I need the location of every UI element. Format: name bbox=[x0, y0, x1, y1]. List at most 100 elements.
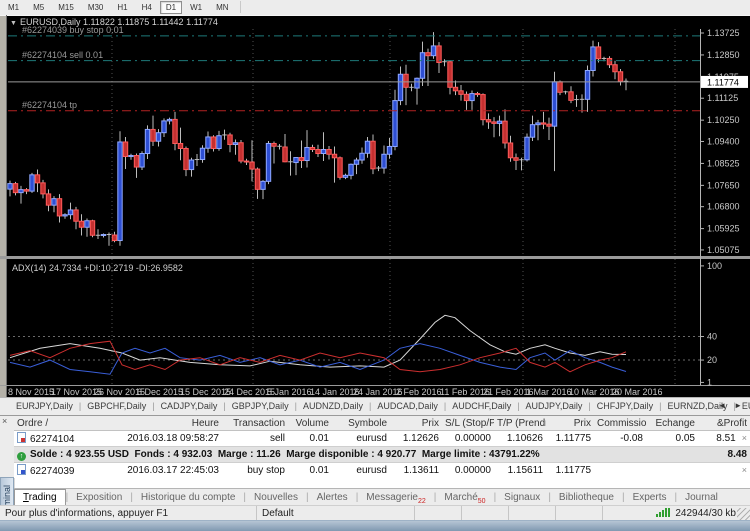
terminal-tab-nouvelles[interactable]: Nouvelles bbox=[246, 490, 306, 506]
timeframe-button-m5[interactable]: M5 bbox=[27, 1, 50, 14]
candle-bear bbox=[464, 94, 468, 100]
candle-bull bbox=[536, 123, 540, 125]
balance-summary-cell: ↑Solde : 4 923.55 USD Fonds : 4 932.03 M… bbox=[14, 447, 594, 463]
order-open_price-cell: 1.12626 bbox=[390, 431, 442, 447]
terminal-tab-signaux[interactable]: Signaux bbox=[496, 490, 548, 506]
order-line-label[interactable]: #62274104 sell 0.01 bbox=[22, 50, 103, 60]
status-profile[interactable]: Default bbox=[257, 506, 415, 521]
column-header[interactable]: Symbole bbox=[332, 416, 390, 431]
timeframe-button-m1[interactable]: M1 bbox=[2, 1, 25, 14]
column-header[interactable]: Echange bbox=[646, 416, 698, 431]
candle-bear bbox=[475, 94, 479, 95]
tab-scroll-left-icon[interactable]: ◄ bbox=[714, 401, 730, 410]
column-header[interactable]: S/L (Stop/P... bbox=[442, 416, 494, 431]
terminal-tab-messagerie[interactable]: Messagerie22 bbox=[358, 490, 434, 506]
timeframe-button-m15[interactable]: M15 bbox=[52, 1, 80, 14]
chart-menu-icon[interactable]: ▼ bbox=[10, 20, 17, 27]
chart-tab-gbpjpy[interactable]: GBPJPY,Daily bbox=[226, 401, 295, 411]
column-header[interactable]: Prix bbox=[546, 416, 594, 431]
timeframe-button-d1[interactable]: D1 bbox=[160, 1, 182, 14]
chart-tab-audchf[interactable]: AUDCHF,Daily bbox=[446, 401, 517, 411]
order-type-cell: sell bbox=[222, 431, 288, 447]
order-swap-cell: 0.05 bbox=[646, 431, 698, 447]
chart-tab-chfjpy[interactable]: CHFJPY,Daily bbox=[591, 401, 659, 411]
terminal-tab-alertes[interactable]: Alertes bbox=[309, 490, 356, 506]
price-axis-label: 1.05925 bbox=[707, 224, 740, 234]
candle-bull bbox=[217, 136, 221, 149]
chart-tab-audjpy[interactable]: AUDJPY,Daily bbox=[520, 401, 589, 411]
candle-bear bbox=[41, 183, 45, 194]
order-tp-cell: 1.15611 bbox=[494, 463, 546, 479]
price-axis-label: 1.10250 bbox=[707, 115, 740, 125]
price-axis-label: 1.05075 bbox=[707, 245, 740, 255]
timeframe-button-m30[interactable]: M30 bbox=[82, 1, 110, 14]
balance-empty-cell bbox=[646, 447, 698, 463]
order-profit-cell: 8.51× bbox=[698, 431, 750, 447]
timeframe-button-h4[interactable]: H4 bbox=[136, 1, 158, 14]
toolbar-separator bbox=[240, 1, 241, 13]
chart-region[interactable]: 1.137251.128501.119751.111251.102501.094… bbox=[0, 15, 750, 397]
timeframe-button-mn[interactable]: MN bbox=[210, 1, 234, 14]
column-header[interactable]: Heure bbox=[118, 416, 222, 431]
candle-bull bbox=[415, 78, 419, 88]
candle-bull bbox=[431, 46, 435, 56]
candle-bull bbox=[261, 181, 265, 189]
candle-bear bbox=[338, 158, 342, 178]
terminal-tab-historique-du-compte[interactable]: Historique du compte bbox=[133, 490, 244, 506]
candle-bear bbox=[503, 121, 507, 143]
candle-bear bbox=[184, 148, 188, 169]
timeframe-button-w1[interactable]: W1 bbox=[184, 1, 208, 14]
column-header[interactable]: Commission bbox=[594, 416, 646, 431]
chart-tab-gbpchf[interactable]: GBPCHF,Daily bbox=[81, 401, 152, 411]
close-order-icon[interactable]: × bbox=[742, 433, 747, 443]
price-axis-label: 1.06800 bbox=[707, 202, 740, 212]
candle-bear bbox=[173, 119, 177, 143]
column-header[interactable]: Volume bbox=[288, 416, 332, 431]
column-header[interactable]: &Profit bbox=[698, 416, 750, 431]
date-axis-label: 5 Jan 2016 bbox=[267, 387, 312, 397]
order-row[interactable]: 622740392016.03.17 22:45:03buy stop0.01e… bbox=[14, 463, 750, 479]
candle-bull bbox=[382, 154, 386, 168]
adx-axis-label: 40 bbox=[707, 332, 717, 342]
chart-tab-audnzd[interactable]: AUDNZD,Daily bbox=[297, 401, 369, 411]
column-header[interactable]: Ordre / bbox=[14, 416, 118, 431]
mt4-window: M1M5M15M30H1H4D1W1MN 1.137251.128501.119… bbox=[0, 0, 750, 531]
column-header[interactable]: Prix bbox=[390, 416, 442, 431]
candle-bull bbox=[360, 153, 364, 160]
order-row[interactable]: 622741042016.03.18 09:58:27sell0.01eurus… bbox=[14, 431, 750, 447]
candle-bear bbox=[250, 162, 254, 169]
terminal-panel: × Ordre /HeureTransactionVolumeSymbolePr… bbox=[0, 415, 750, 489]
column-header[interactable]: T/P (Prendr... bbox=[494, 416, 546, 431]
adx-axis-label: 20 bbox=[707, 355, 717, 365]
chart-tab-eurjpy[interactable]: EURJPY,Daily bbox=[10, 401, 79, 411]
terminal-tab-experts[interactable]: Experts bbox=[625, 490, 675, 506]
order-line-label[interactable]: #62274104 tp bbox=[22, 100, 77, 110]
price-axis-label: 1.07650 bbox=[707, 180, 740, 190]
column-header[interactable]: Transaction bbox=[222, 416, 288, 431]
candle-bull bbox=[145, 129, 149, 153]
candle-bull bbox=[206, 137, 210, 148]
candle-bear bbox=[404, 74, 408, 87]
timeframe-button-h1[interactable]: H1 bbox=[111, 1, 133, 14]
chart-tab-cadjpy[interactable]: CADJPY,Daily bbox=[155, 401, 224, 411]
terminal-tab-trading[interactable]: Trading bbox=[14, 489, 66, 506]
chart-canvas[interactable]: 1.137251.128501.119751.111251.102501.094… bbox=[0, 15, 750, 397]
terminal-tab-march-[interactable]: Marché50 bbox=[436, 490, 493, 506]
order-symbol-cell: eurusd bbox=[332, 463, 390, 479]
order-line-label[interactable]: #62274039 buy stop 0.01 bbox=[22, 25, 124, 35]
terminal-close-icon[interactable]: × bbox=[2, 417, 7, 426]
tab-scroll-right-icon[interactable]: ► bbox=[730, 401, 746, 410]
status-bar: Pour plus d'informations, appuyer F1 Def… bbox=[0, 505, 750, 521]
candle-bear bbox=[112, 235, 116, 241]
chart-tab-audcad[interactable]: AUDCAD,Daily bbox=[371, 401, 444, 411]
terminal-tab-journal[interactable]: Journal bbox=[677, 490, 726, 506]
close-order-icon[interactable]: × bbox=[742, 465, 747, 475]
order-swap-cell bbox=[646, 463, 698, 479]
candle-bull bbox=[420, 53, 424, 79]
terminal-tab-bibliotheque[interactable]: Bibliotheque bbox=[551, 490, 622, 506]
candle-bear bbox=[57, 199, 61, 216]
order-commission-cell: -0.08 bbox=[594, 431, 646, 447]
terminal-tab-exposition[interactable]: Exposition bbox=[68, 490, 130, 506]
price-axis-label: 1.13725 bbox=[707, 28, 740, 38]
order-id-cell: 62274104 bbox=[14, 431, 118, 447]
